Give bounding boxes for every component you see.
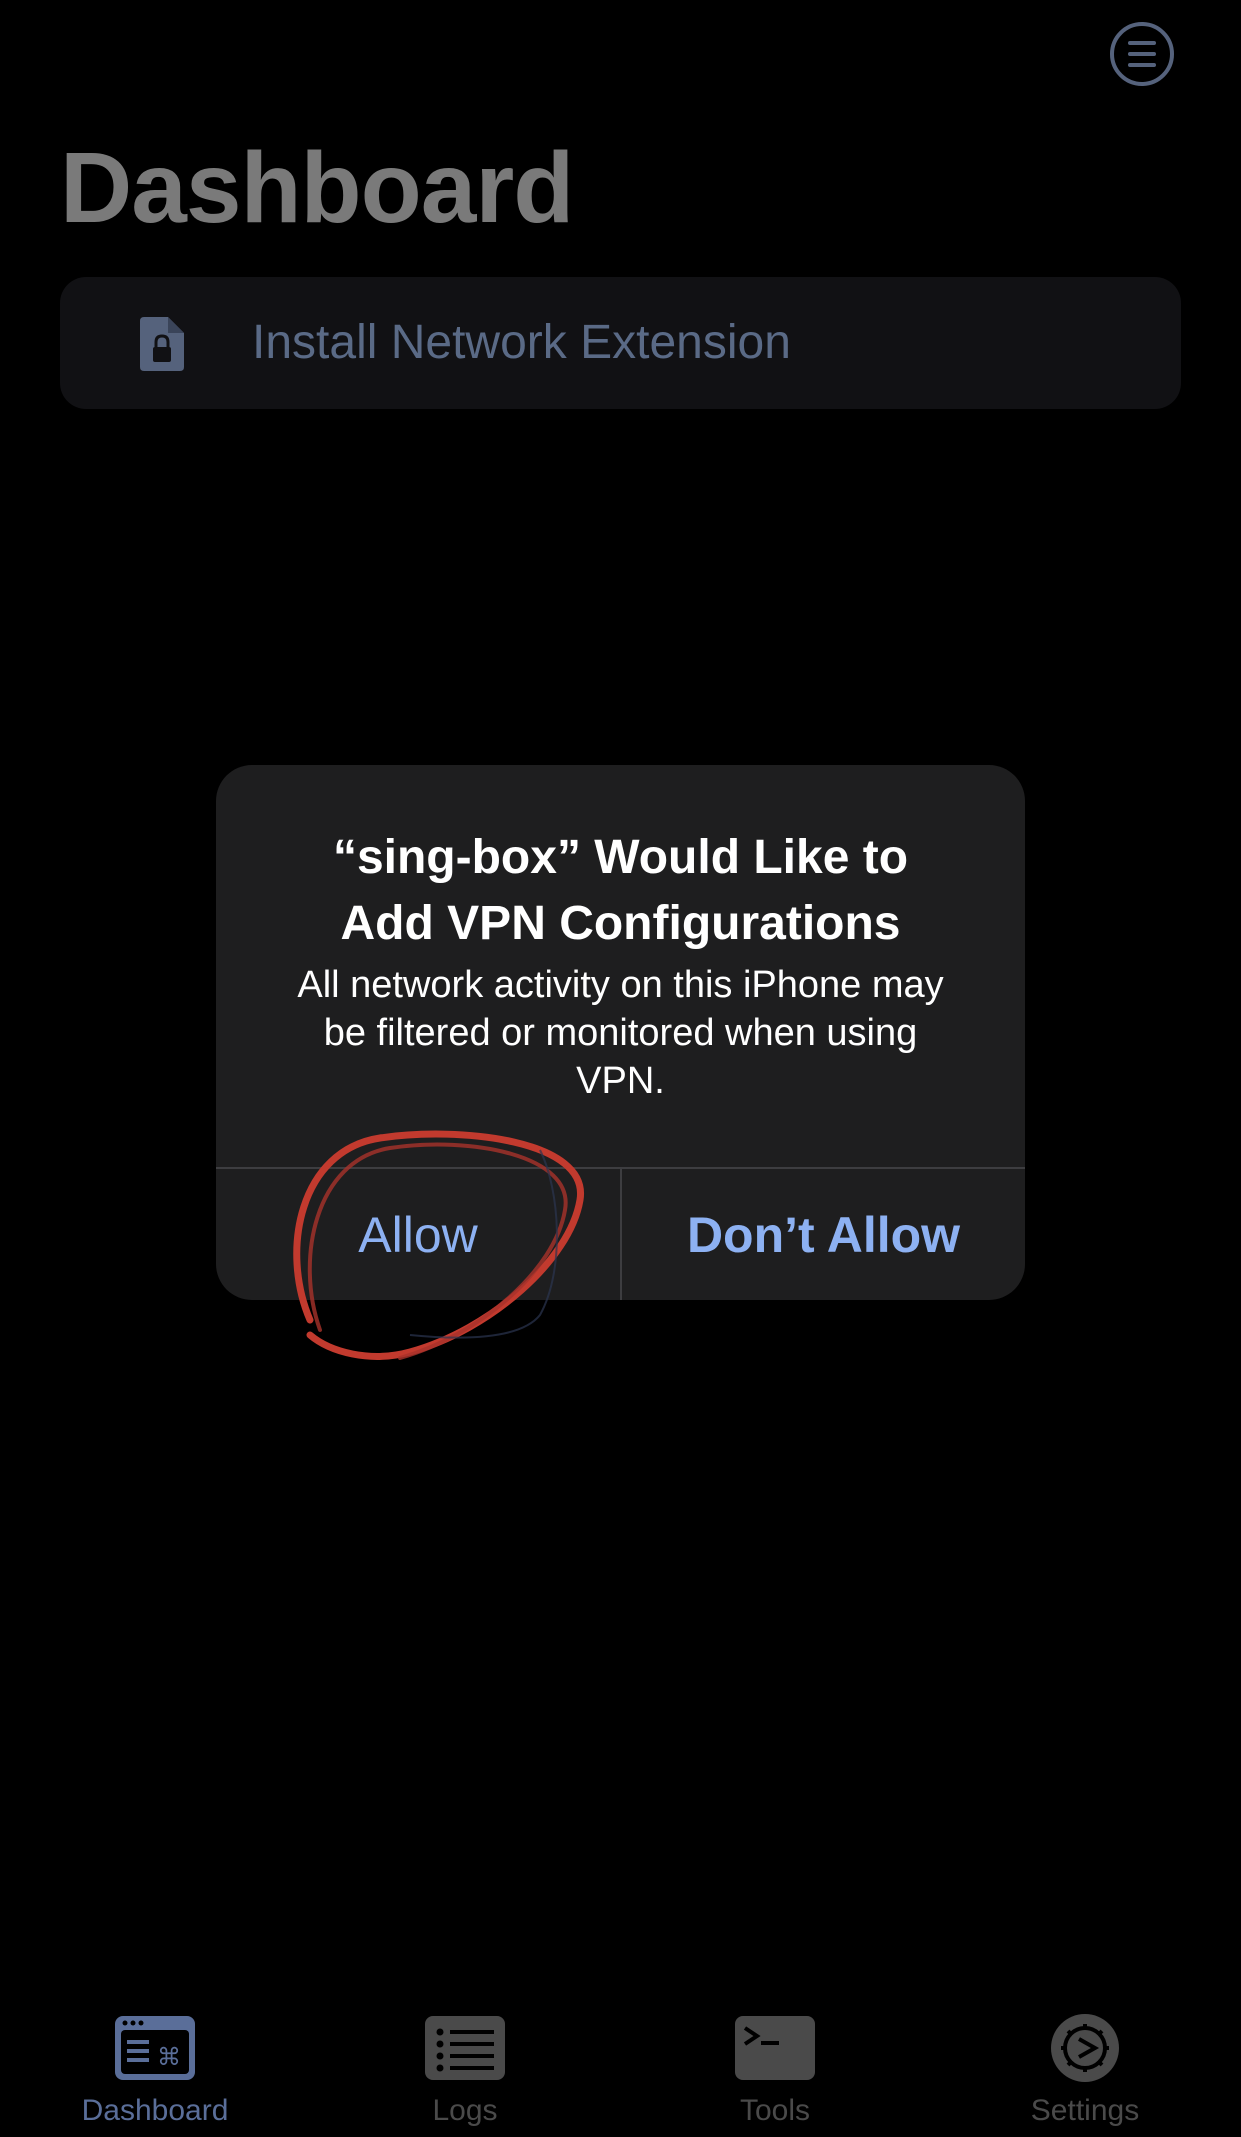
alert-message: All network activity on this iPhone may … [256,961,985,1105]
tab-settings[interactable]: Settings [930,1990,1240,2137]
alert-message-line-3: VPN. [576,1060,665,1102]
allow-button[interactable]: Allow [216,1169,620,1300]
dont-allow-button[interactable]: Don’t Allow [622,1169,1025,1300]
tab-label-dashboard: Dashboard [81,2094,229,2127]
alert-title-line-1: “sing-box” Would Like to [332,831,909,884]
install-network-extension-button[interactable]: Install Network Extension [60,277,1181,409]
tab-dashboard[interactable]: ⌘ Dashboard [0,1990,310,2137]
alert-message-line-2: be filtered or monitored when using [323,1012,918,1054]
vpn-permission-alert: “sing-box” Would Like to Add VPN Configu… [216,765,1025,1300]
tab-label-tools: Tools [739,2094,811,2127]
tab-bar: ⌘ Dashboard Logs Tools Settings [0,1990,1241,2137]
tab-label-logs: Logs [432,2094,498,2127]
list-icon [425,2016,505,2080]
dashboard-icon: ⌘ [115,2016,195,2080]
gear-icon [1051,2014,1119,2082]
alert-title: “sing-box” Would Like to Add VPN Configu… [256,825,985,957]
vpn-permission-screen: Dashboard Install Network Extension “sin… [0,0,1241,2137]
svg-text:⌘: ⌘ [157,2043,181,2071]
install-card-label: Install Network Extension [252,316,791,369]
terminal-icon [735,2016,815,2080]
tab-logs[interactable]: Logs [310,1990,620,2137]
page-title: Dashboard [60,132,574,244]
alert-title-line-2: Add VPN Configurations [340,897,901,950]
alert-message-line-1: All network activity on this iPhone may [297,964,944,1006]
document-lock-icon [140,317,184,371]
tab-label-settings: Settings [1030,2094,1140,2127]
list-circle-icon[interactable] [1110,22,1174,86]
tab-tools[interactable]: Tools [620,1990,930,2137]
